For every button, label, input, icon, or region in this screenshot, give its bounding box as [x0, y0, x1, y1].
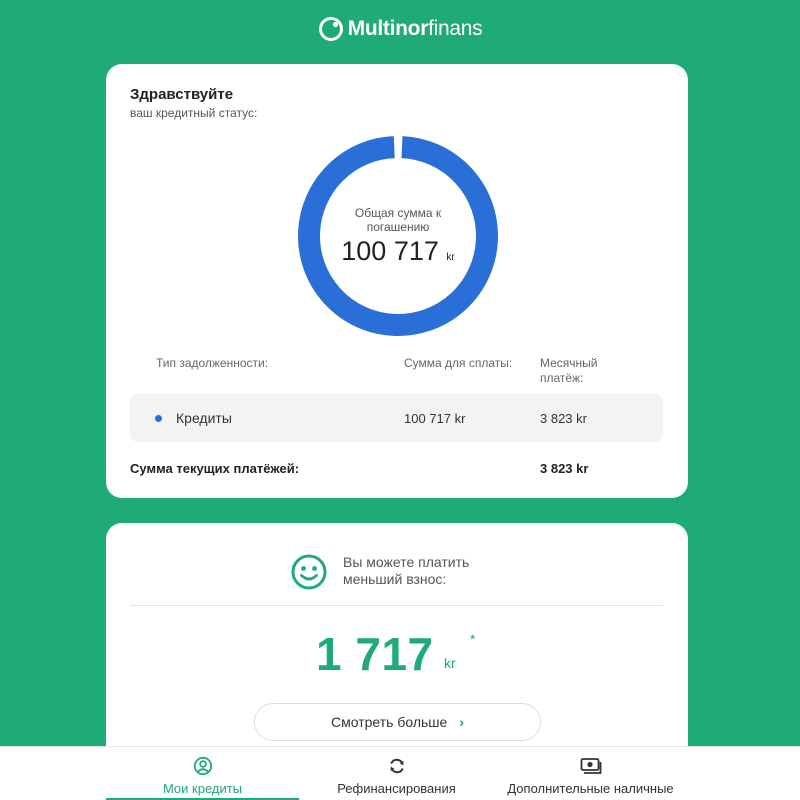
status-subtitle: ваш кредитный статус: [130, 106, 258, 120]
table-row: Кредиты 100 717 kr 3 823 kr [130, 394, 663, 442]
donut-value: 100 717 kr [341, 235, 455, 266]
nav-item-additional-cash[interactable]: Дополнительные наличные [493, 747, 688, 800]
nav-label: Дополнительные наличные [507, 781, 674, 796]
chevron-right-icon: › [459, 714, 464, 730]
nav-item-refinancing[interactable]: Рефинансирования [300, 747, 493, 800]
see-more-button[interactable]: Смотреть больше › [254, 703, 541, 741]
donut-label: Общая сумма к погашению [354, 205, 442, 234]
total-payments-label: Сумма текущих платёжей: [130, 461, 300, 476]
nav-label: Мои кредиты [162, 781, 243, 796]
header-amount: Сумма для сплаты: [404, 356, 513, 370]
see-more-label: Смотреть больше [331, 714, 448, 730]
smiley-icon [291, 554, 327, 590]
row-amount: 100 717 kr [404, 411, 466, 426]
cash-icon [580, 758, 601, 774]
brand-logo: Multinorfinans [0, 16, 800, 42]
brand-name: Multinorfinans [347, 17, 483, 40]
total-payments-value: 3 823 kr [540, 461, 589, 476]
refresh-icon [390, 758, 403, 774]
donut-center: Общая сумма к погашению 100 717 kr [298, 136, 498, 336]
lower-payment-message: Вы можете платить меньший взнос: [343, 554, 470, 587]
row-type: Кредиты [176, 410, 232, 426]
bottom-navigation: Мои кредиты Рефинансирования Дополнитель… [0, 746, 800, 800]
legend-dot [155, 415, 162, 422]
lower-payment-currency: kr [444, 655, 456, 671]
divider [130, 605, 663, 606]
header-monthly: Месячный платёж: [540, 356, 598, 385]
nav-item-my-credits[interactable]: Мои кредиты [106, 747, 299, 800]
lower-payment-amount: 1 717 [316, 628, 434, 680]
row-monthly: 3 823 kr [540, 411, 587, 426]
user-circle-icon [193, 756, 212, 776]
logo-icon [318, 17, 343, 41]
nav-label: Рефинансирования [337, 781, 456, 796]
greeting: Здравствуйте [130, 86, 234, 103]
credit-status-card: Здравствуйте ваш кредитный статус: Общая… [106, 64, 688, 498]
donut-currency: kr [446, 251, 455, 263]
header-debt-type: Тип задолженности: [156, 356, 269, 370]
footnote-mark: * [470, 631, 476, 647]
